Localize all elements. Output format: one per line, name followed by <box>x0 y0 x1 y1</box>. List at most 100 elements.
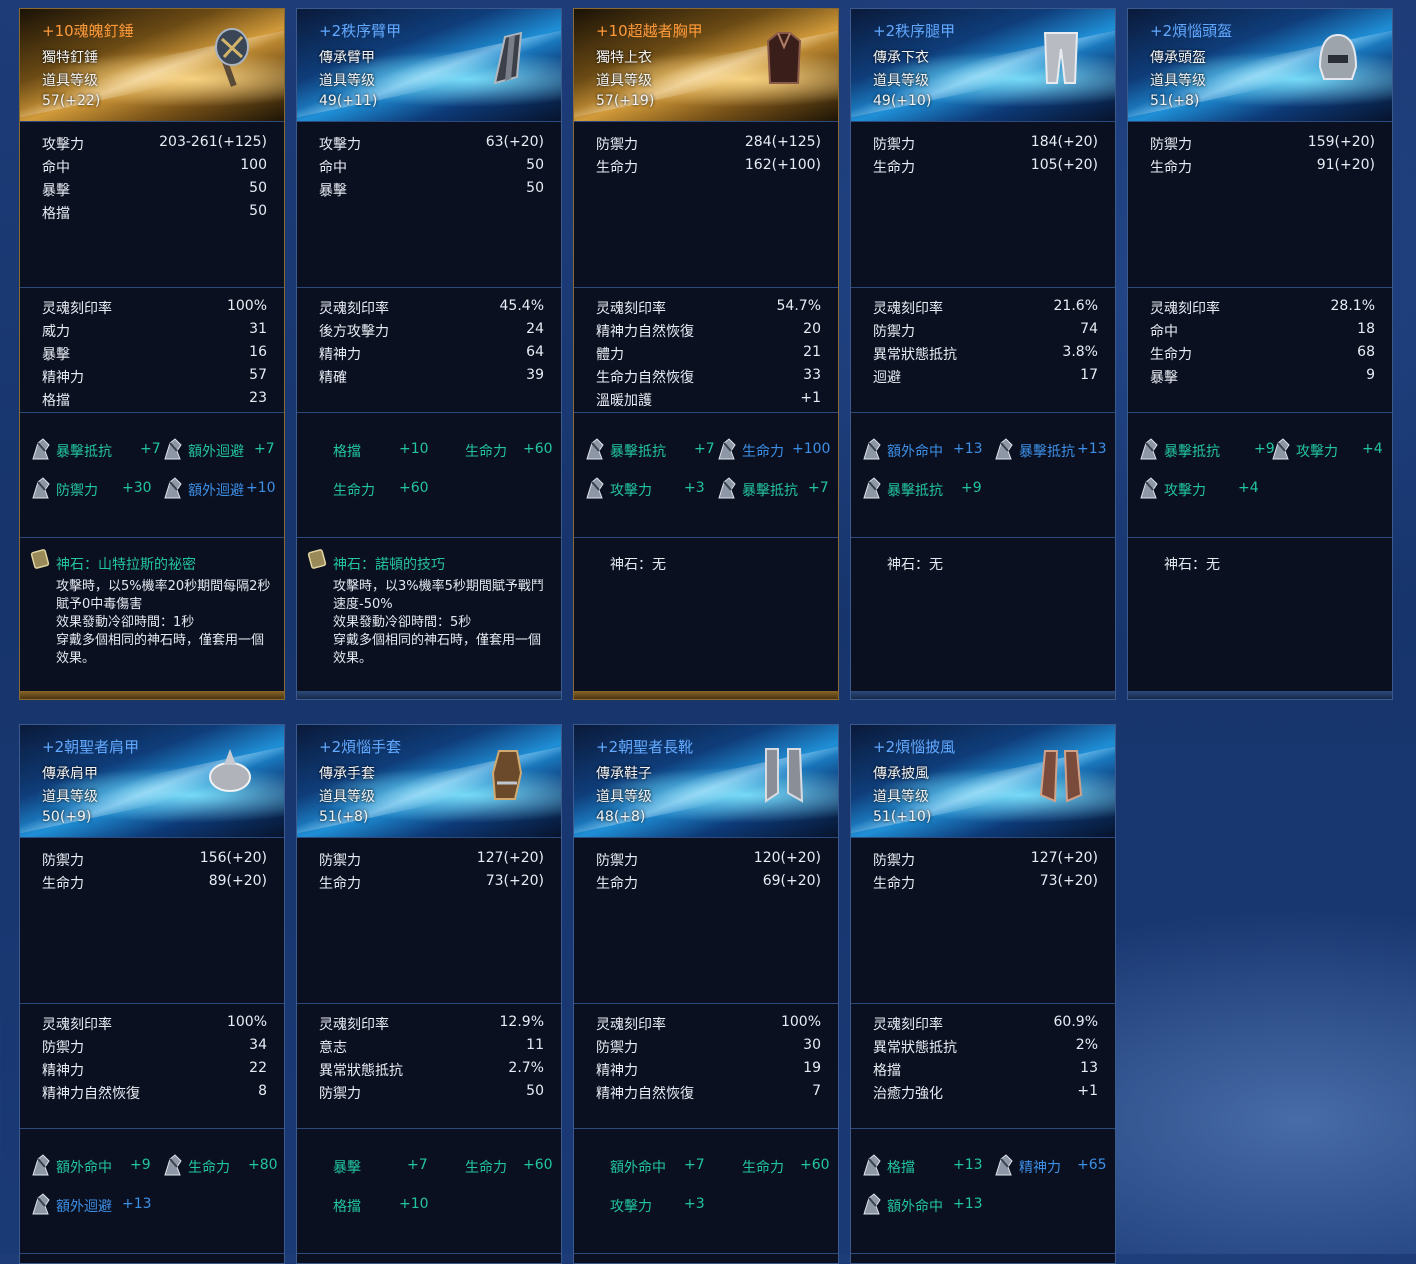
item-category: 獨特釘錘 <box>42 50 98 66</box>
item-level: 51(+8) <box>1150 93 1200 109</box>
item-card-cloak[interactable]: +2煩惱披風 傳承披風 道具等级 51(+10) 防禦力 127(+20) 生命力… <box>850 724 1116 1264</box>
item-header: +2煩惱披風 傳承披風 道具等级 51(+10) <box>851 725 1115 837</box>
soul-imprint-stats: 灵魂刻印率 28.1% 命中 18 生命力 68 暴擊 9 <box>1128 287 1392 412</box>
item-category: 傳承披風 <box>873 766 929 782</box>
god-stone-title: 神石：无 <box>610 557 666 573</box>
item-header: +2秩序臂甲 傳承臂甲 道具等级 49(+11) <box>297 9 561 121</box>
item-name: +2煩惱披風 <box>873 738 956 756</box>
soul-stat-row: 防禦力 50 <box>319 1083 544 1102</box>
card-footer <box>574 1253 838 1263</box>
stat-row: 生命力 162(+100) <box>596 157 821 176</box>
item-header: +2朝聖者肩甲 傳承肩甲 道具等级 50(+9) <box>20 725 284 837</box>
stat-row: 防禦力 127(+20) <box>319 850 544 869</box>
stat-row: 生命力 91(+20) <box>1150 157 1375 176</box>
stat-row: 暴擊 50 <box>319 180 544 199</box>
god-stone-section: 神石：无 <box>851 537 1115 697</box>
gem-slots: 額外命中 +9 生命力 +80 額外迴避 +13 <box>20 1128 284 1253</box>
item-level: 51(+10) <box>873 809 932 825</box>
base-stats: 防禦力 127(+20) 生命力 73(+20) <box>851 837 1115 1003</box>
soul-imprint-stats: 灵魂刻印率 100% 防禦力 30 精神力 19 精神力自然恢復 7 <box>574 1003 838 1128</box>
base-stats: 防禦力 284(+125) 生命力 162(+100) <box>574 121 838 287</box>
item-card-mace[interactable]: +10魂魄釘錘 獨特釘錘 道具等级 57(+22) 攻擊力 203-261(+12… <box>19 8 285 700</box>
soul-imprint-stats: 灵魂刻印率 100% 威力 31 暴擊 16 精神力 57 格擋 23 <box>20 287 284 412</box>
gem-icon <box>863 477 881 499</box>
gem-slots: 格擋 +13 精神力 +65 額外命中 +13 <box>851 1128 1115 1253</box>
soul-stat-row: 迴避 17 <box>873 367 1098 386</box>
gem-slots: 額外命中 +13 暴擊抵抗 +13 暴擊抵抗 +9 <box>851 412 1115 537</box>
item-header: +2煩惱頭盔 傳承頭盔 道具等级 51(+8) <box>1128 9 1392 121</box>
soul-stat-row: 暴擊 9 <box>1150 367 1375 386</box>
item-level-label: 道具等级 <box>873 789 929 805</box>
item-card-chest[interactable]: +10超越者胸甲 獨特上衣 道具等级 57(+19) 防禦力 284(+125) … <box>573 8 839 700</box>
soul-stat-row: 精神力 57 <box>42 367 267 386</box>
base-stats: 防禦力 156(+20) 生命力 89(+20) <box>20 837 284 1003</box>
gem-icon <box>1272 438 1290 460</box>
soul-rate-row: 灵魂刻印率 100% <box>596 1014 821 1033</box>
gem-icon <box>32 477 50 499</box>
item-name: +10超越者胸甲 <box>596 22 703 40</box>
soul-stat-row: 異常狀態抵抗 2.7% <box>319 1060 544 1079</box>
item-card-leggings[interactable]: +2秩序腿甲 傳承下衣 道具等级 49(+10) 防禦力 184(+20) 生命力… <box>850 8 1116 700</box>
stat-row: 防禦力 159(+20) <box>1150 134 1375 153</box>
item-card-helmet[interactable]: +2煩惱頭盔 傳承頭盔 道具等级 51(+8) 防禦力 159(+20) 生命力 9… <box>1127 8 1393 700</box>
gem-icon <box>164 438 182 460</box>
stat-row: 防禦力 284(+125) <box>596 134 821 153</box>
soul-rate-row: 灵魂刻印率 100% <box>42 298 267 317</box>
gem-slots: 暴擊抵抗 +9 攻擊力 +4 攻擊力 +4 <box>1128 412 1392 537</box>
soul-rate-row: 灵魂刻印率 21.6% <box>873 298 1098 317</box>
item-level-label: 道具等级 <box>42 73 98 89</box>
soul-stat-row: 暴擊 16 <box>42 344 267 363</box>
god-stone-title: 神石：无 <box>1164 557 1220 573</box>
god-stone-desc: 攻擊時，以3%機率5秒期間賦予戰鬥速度-50% 效果發動冷卻時間：5秒 穿戴多個… <box>333 579 544 666</box>
base-stats: 攻擊力 63(+20) 命中 50 暴擊 50 <box>297 121 561 287</box>
item-category: 傳承下衣 <box>873 50 929 66</box>
soul-imprint-stats: 灵魂刻印率 12.9% 意志 11 異常狀態抵抗 2.7% 防禦力 50 <box>297 1003 561 1128</box>
soul-rate-row: 灵魂刻印率 45.4% <box>319 298 544 317</box>
item-name: +2朝聖者肩甲 <box>42 738 140 756</box>
item-card-shoulders[interactable]: +2朝聖者肩甲 傳承肩甲 道具等级 50(+9) 防禦力 156(+20) 生命力… <box>19 724 285 1264</box>
cloak-icon <box>1039 750 1083 803</box>
item-name: +2煩惱頭盔 <box>1150 22 1233 40</box>
soul-stat-row: 精神力 22 <box>42 1060 267 1079</box>
mace-icon <box>215 28 249 87</box>
item-level-label: 道具等级 <box>42 789 98 805</box>
stat-row: 防禦力 156(+20) <box>42 850 267 869</box>
soul-imprint-stats: 灵魂刻印率 60.9% 異常狀態抵抗 2% 格擋 13 治癒力強化 +1 <box>851 1003 1115 1128</box>
item-level-label: 道具等级 <box>873 73 929 89</box>
item-card-gloves[interactable]: +2煩惱手套 傳承手套 道具等级 51(+8) 防禦力 127(+20) 生命力 7… <box>296 724 562 1264</box>
base-stats: 防禦力 184(+20) 生命力 105(+20) <box>851 121 1115 287</box>
soul-stat-row: 命中 18 <box>1150 321 1375 340</box>
item-card-bracers[interactable]: +2秩序臂甲 傳承臂甲 道具等级 49(+11) 攻擊力 63(+20) 命中 50… <box>296 8 562 700</box>
stat-row: 攻擊力 203-261(+125) <box>42 134 267 153</box>
god-stone-icon <box>307 549 327 569</box>
gem-slots: 暴擊抵抗 +7 生命力 +100 攻擊力 +3 暴擊抵抗 +7 <box>574 412 838 537</box>
gem-icon <box>586 477 604 499</box>
god-stone-section: 神石：山特拉斯的祕密 攻擊時，以5%機率20秒期間每隔2秒賦予0中毒傷害 效果發… <box>20 537 284 697</box>
gem-slots: 暴擊抵抗 +7 額外迴避 +7 防禦力 +30 額外迴避 +10 <box>20 412 284 537</box>
base-stats: 攻擊力 203-261(+125) 命中 100 暴擊 50 格擋 50 <box>20 121 284 287</box>
god-stone-section: 神石：无 <box>574 537 838 697</box>
soul-imprint-stats: 灵魂刻印率 100% 防禦力 34 精神力 22 精神力自然恢復 8 <box>20 1003 284 1128</box>
soul-stat-row: 生命力自然恢復 33 <box>596 367 821 386</box>
soul-rate-row: 灵魂刻印率 12.9% <box>319 1014 544 1033</box>
soul-stat-row: 格擋 23 <box>42 390 267 409</box>
soul-imprint-stats: 灵魂刻印率 54.7% 精神力自然恢復 20 體力 21 生命力自然恢復 33 溫暖加護… <box>574 287 838 412</box>
soul-rate-row: 灵魂刻印率 54.7% <box>596 298 821 317</box>
soul-stat-row: 防禦力 74 <box>873 321 1098 340</box>
god-stone-title: 神石：无 <box>887 557 943 573</box>
soul-rate-row: 灵魂刻印率 28.1% <box>1150 298 1375 317</box>
god-stone-desc: 攻擊時，以5%機率20秒期間每隔2秒賦予0中毒傷害 效果發動冷卻時間：1秒 穿戴… <box>56 579 271 666</box>
item-name: +2煩惱手套 <box>319 738 402 756</box>
card-footer <box>851 1253 1115 1263</box>
item-card-boots[interactable]: +2朝聖者長靴 傳承鞋子 道具等级 48(+8) 防禦力 120(+20) 生命力… <box>573 724 839 1264</box>
soul-stat-row: 精確 39 <box>319 367 544 386</box>
leggings-icon <box>1043 32 1079 84</box>
soul-stat-row: 威力 31 <box>42 321 267 340</box>
item-level: 48(+8) <box>596 809 646 825</box>
bracer-icon <box>493 31 523 85</box>
gem-slots: 格擋 +10 生命力 +60 生命力 +60 <box>297 412 561 537</box>
item-level: 49(+11) <box>319 93 378 109</box>
soul-stat-row: 生命力 68 <box>1150 344 1375 363</box>
stat-row: 防禦力 120(+20) <box>596 850 821 869</box>
soul-imprint-stats: 灵魂刻印率 21.6% 防禦力 74 異常狀態抵抗 3.8% 迴避 17 <box>851 287 1115 412</box>
